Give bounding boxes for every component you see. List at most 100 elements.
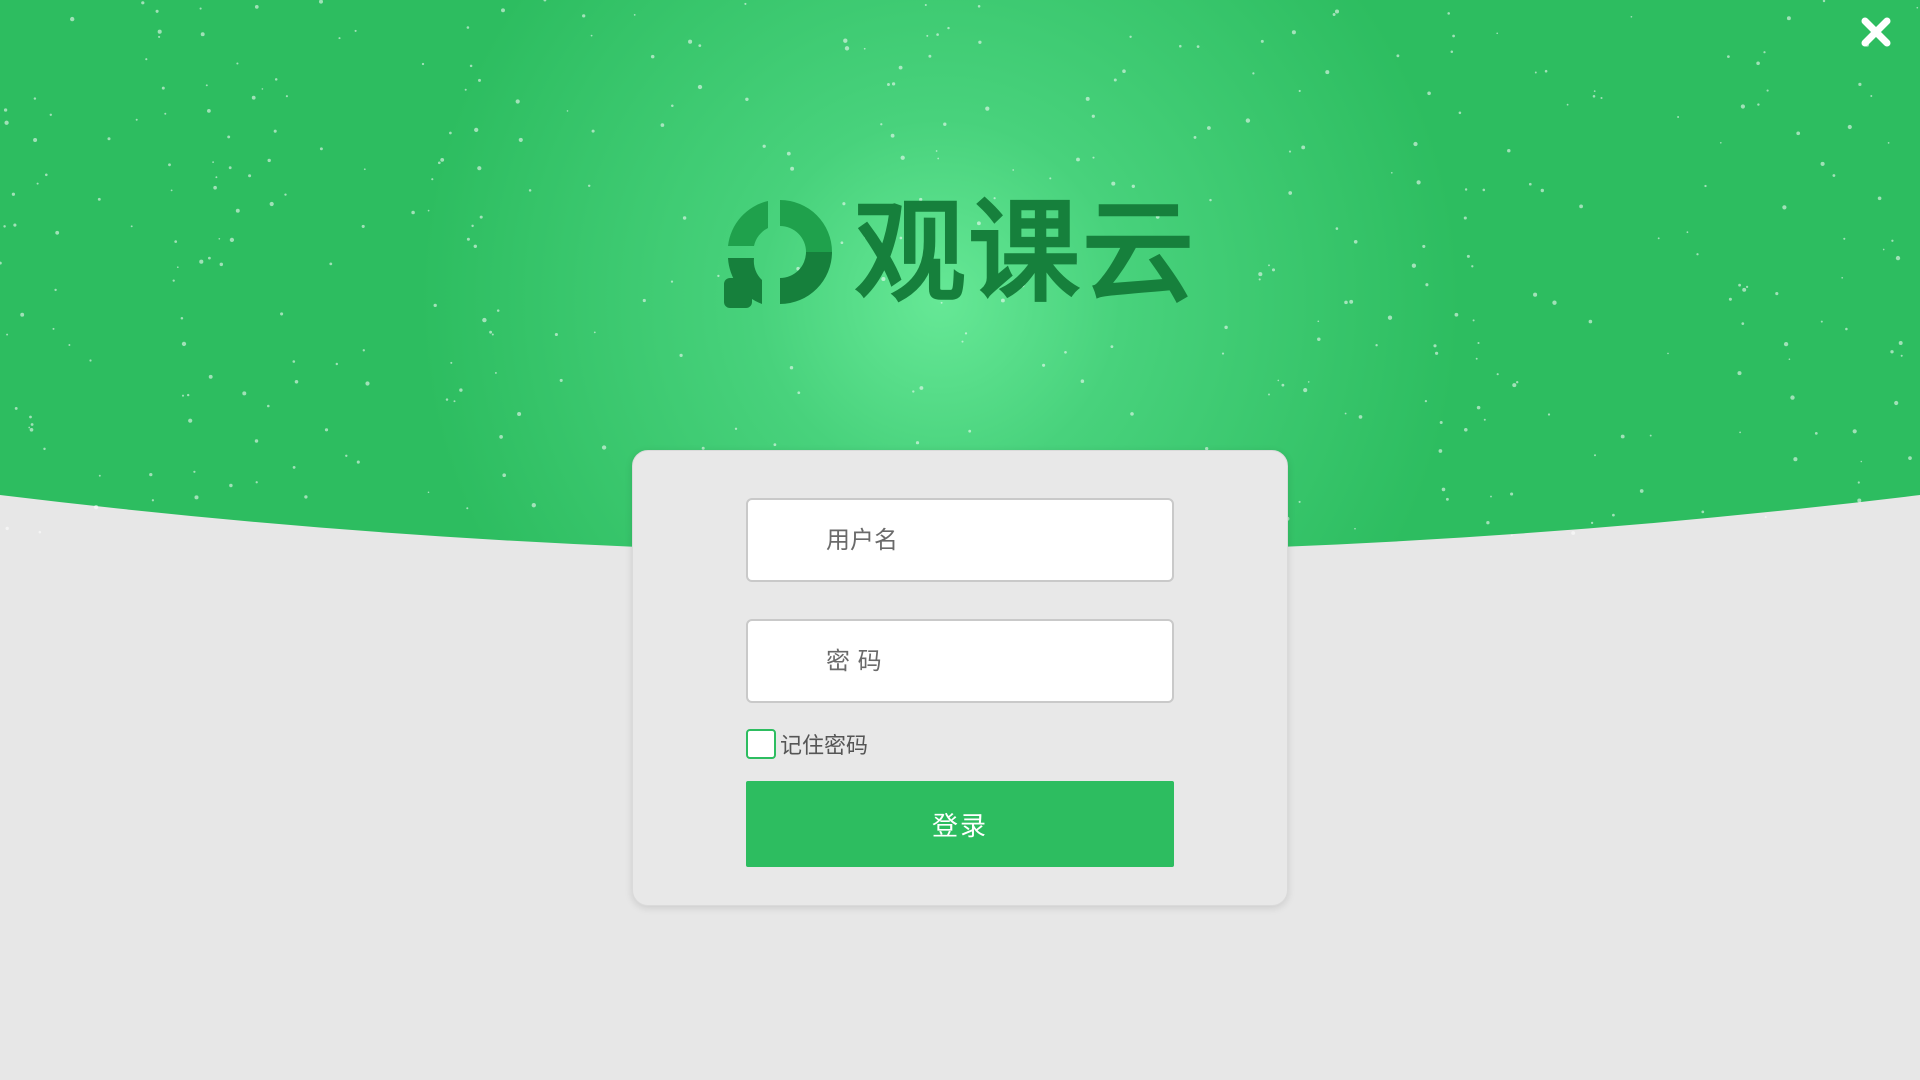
hero-speckle xyxy=(466,507,469,510)
hero-speckle xyxy=(1288,191,1293,195)
hero-speckle xyxy=(900,155,905,160)
hero-speckle xyxy=(141,1,145,5)
hero-speckle xyxy=(1458,111,1462,115)
hero-speckle xyxy=(43,447,46,451)
hero-speckle xyxy=(1843,237,1846,240)
hero-speckle xyxy=(1612,513,1615,517)
hero-speckle xyxy=(5,526,9,531)
hero-speckle xyxy=(208,374,213,379)
hero-speckle xyxy=(1349,299,1354,304)
hero-speckle xyxy=(1080,379,1085,383)
hero-speckle xyxy=(1092,156,1095,159)
hero-speckle xyxy=(1277,379,1280,382)
hero-speckle xyxy=(1832,174,1836,177)
hero-speckle xyxy=(1719,141,1722,144)
hero-speckle xyxy=(292,360,296,363)
hero-speckle xyxy=(1870,95,1873,97)
hero-speckle xyxy=(3,225,6,228)
hero-speckle xyxy=(1891,239,1894,242)
login-button[interactable]: 登录 xyxy=(746,781,1174,867)
hero-speckle xyxy=(464,88,467,91)
hero-speckle xyxy=(164,112,167,115)
hero-speckle xyxy=(671,104,674,108)
hero-speckle xyxy=(251,95,256,100)
hero-speckle xyxy=(1590,521,1594,525)
hero-speckle xyxy=(478,78,481,82)
hero-speckle xyxy=(582,14,586,18)
hero-speckle xyxy=(181,394,185,397)
hero-speckle xyxy=(1540,188,1544,193)
hero-speckle xyxy=(978,40,982,44)
hero-speckle xyxy=(236,62,239,65)
hero-speckle xyxy=(29,427,34,432)
hero-speckle xyxy=(172,279,175,282)
hero-speckle xyxy=(181,341,187,347)
hero-speckle xyxy=(593,331,596,334)
close-button[interactable] xyxy=(1856,12,1896,52)
hero-speckle xyxy=(248,174,252,178)
remember-password-checkbox[interactable] xyxy=(746,729,776,759)
hero-speckle xyxy=(176,266,179,269)
hero-speckle xyxy=(1049,177,1052,180)
hero-speckle xyxy=(284,193,287,196)
hero-speckle xyxy=(744,2,747,5)
hero-speckle xyxy=(745,97,749,102)
hero-speckle xyxy=(1435,351,1439,355)
hero-speckle xyxy=(170,189,173,192)
hero-speckle xyxy=(93,504,99,510)
hero-speckle xyxy=(915,441,920,445)
hero-speckle xyxy=(587,184,591,188)
username-field[interactable] xyxy=(746,498,1174,582)
hero-speckle xyxy=(1579,204,1583,209)
remember-password-toggle[interactable]: 记住密码 xyxy=(746,727,868,761)
hero-speckle xyxy=(1325,70,1330,75)
hero-speckle xyxy=(304,495,308,499)
hero-speckle xyxy=(362,349,365,352)
hero-speckle xyxy=(433,303,437,308)
hero-speckle xyxy=(1882,248,1885,251)
hero-speckle xyxy=(294,380,299,384)
hero-speckle xyxy=(919,386,924,390)
hero-speckle xyxy=(459,388,463,392)
hero-speckle xyxy=(1260,39,1264,43)
hero-speckle xyxy=(924,3,927,7)
hero-speckle xyxy=(1552,300,1557,305)
hero-speckle xyxy=(601,445,607,450)
hero-speckle xyxy=(1588,319,1593,324)
hero-speckle xyxy=(157,29,162,34)
hero-speckle xyxy=(887,83,890,86)
hero-speckle xyxy=(1209,198,1212,202)
hero-speckle xyxy=(1303,388,1308,393)
hero-speckle xyxy=(1820,320,1823,323)
hero-speckle xyxy=(261,88,264,90)
hero-speckle xyxy=(968,429,972,433)
hero-speckle xyxy=(1510,492,1514,496)
hero-speckle xyxy=(1130,412,1134,416)
hero-speckle xyxy=(1796,131,1801,136)
hero-speckle xyxy=(427,491,430,494)
password-input[interactable] xyxy=(748,621,1172,701)
password-field[interactable] xyxy=(746,619,1174,703)
hero-speckle xyxy=(1916,6,1919,9)
hero-speckle xyxy=(1745,285,1749,289)
hero-speckle xyxy=(30,423,34,426)
hero-speckle xyxy=(1775,292,1779,296)
hero-speckle xyxy=(6,333,9,336)
hero-speckle xyxy=(200,32,205,37)
hero-speckle xyxy=(928,54,932,58)
hero-speckle xyxy=(218,237,221,240)
username-input[interactable] xyxy=(748,500,1172,580)
hero-speckle xyxy=(449,131,452,135)
hero-speckle xyxy=(20,312,25,317)
hero-speckle xyxy=(193,470,196,473)
hero-speckle xyxy=(1110,345,1114,348)
hero-speckle xyxy=(427,209,430,212)
hero-speckle xyxy=(1756,61,1760,66)
hero-speckle xyxy=(697,84,703,90)
hero-speckle xyxy=(1507,148,1511,153)
hero-speckle xyxy=(1445,497,1449,501)
hero-speckle xyxy=(1358,415,1363,419)
hero-speckle xyxy=(790,166,795,171)
hero-speckle xyxy=(1258,278,1261,281)
hero-speckle xyxy=(1593,90,1596,92)
